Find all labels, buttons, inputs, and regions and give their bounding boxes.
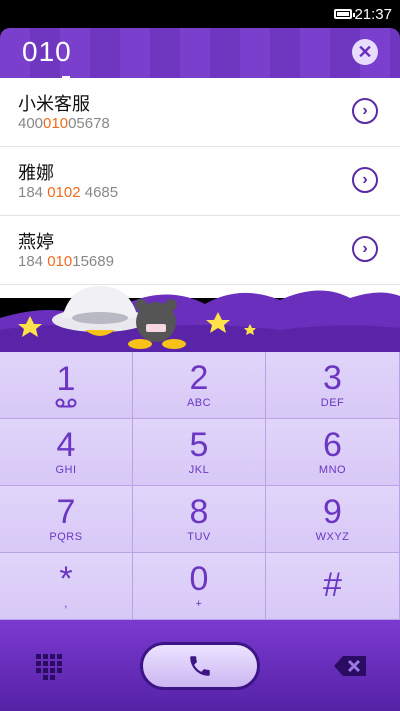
key-8[interactable]: 8 TUV xyxy=(133,486,266,553)
voicemail-icon xyxy=(55,398,77,408)
chevron-right-icon[interactable]: › xyxy=(352,167,378,193)
phone-icon xyxy=(190,656,210,676)
keypad-grid-icon[interactable] xyxy=(36,654,62,680)
contact-row[interactable]: 小米客服 40001005678 › xyxy=(0,78,400,147)
contact-name: 雅娜 xyxy=(18,163,54,183)
chevron-right-icon[interactable]: › xyxy=(352,98,378,124)
key-hash[interactable]: # xyxy=(266,553,400,620)
status-bar: 21:37 xyxy=(0,0,400,28)
contact-number: 184 0102 4685 xyxy=(18,184,119,201)
key-1[interactable]: 1 xyxy=(0,352,133,419)
battery-icon xyxy=(334,9,355,19)
key-2[interactable]: 2 ABC xyxy=(133,352,266,419)
key-7[interactable]: 7 PQRS xyxy=(0,486,133,553)
key-4[interactable]: 4 GHI xyxy=(0,419,133,486)
status-time: 21:37 xyxy=(354,6,392,23)
key-5[interactable]: 5 JKL xyxy=(133,419,266,486)
dial-keypad: 1 2 ABC 3 DEF 4 GHI 5 JKL 6 MNO 7 PQRS 8… xyxy=(0,352,400,620)
contact-name: 燕婷 xyxy=(18,232,54,252)
dial-header: 010 ✕ xyxy=(0,28,400,79)
dialed-number: 010 xyxy=(22,36,72,67)
key-star[interactable]: * , xyxy=(0,553,133,620)
decorative-ufo-scene xyxy=(0,286,400,352)
bottom-action-bar xyxy=(0,620,400,711)
contact-row[interactable]: 燕婷 184 01015689 › xyxy=(0,216,400,285)
search-results: 小米客服 40001005678 › 雅娜 184 0102 4685 › 燕婷… xyxy=(0,78,400,298)
key-0[interactable]: 0 + xyxy=(133,553,266,620)
key-6[interactable]: 6 MNO xyxy=(266,419,400,486)
contact-name: 小米客服 xyxy=(18,94,90,114)
chevron-right-icon[interactable]: › xyxy=(352,236,378,262)
key-3[interactable]: 3 DEF xyxy=(266,352,400,419)
key-9[interactable]: 9 WXYZ xyxy=(266,486,400,553)
backspace-icon[interactable] xyxy=(334,656,366,676)
contact-number: 40001005678 xyxy=(18,115,110,132)
contact-number: 184 01015689 xyxy=(18,253,114,270)
call-button[interactable] xyxy=(140,642,260,690)
contact-row[interactable]: 雅娜 184 0102 4685 › xyxy=(0,147,400,216)
clear-icon[interactable]: ✕ xyxy=(352,39,378,65)
